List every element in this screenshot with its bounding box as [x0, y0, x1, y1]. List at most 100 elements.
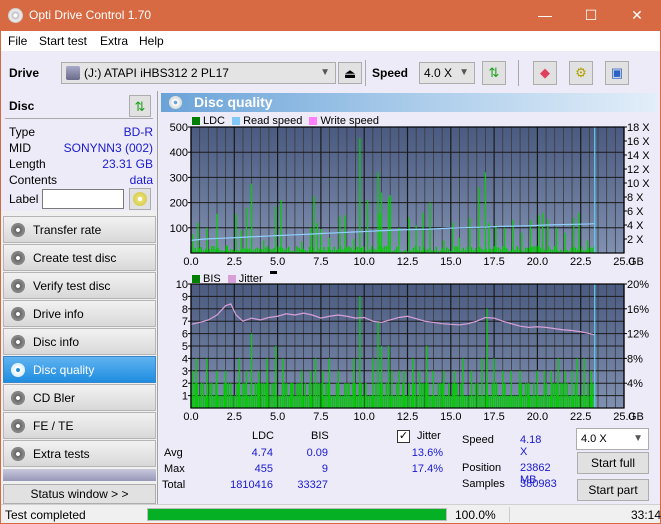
nav-drive-info[interactable]: Drive info	[3, 300, 156, 327]
drive-select[interactable]: (J:) ATAPI iHBS312 2 PL17 ▼	[61, 62, 336, 84]
nav-label: CD Bler	[33, 391, 76, 405]
nav-label: Disc quality	[33, 363, 95, 377]
elapsed-time: 33:14	[631, 508, 661, 522]
refresh-drive-button[interactable]: ⇅	[482, 61, 506, 85]
x-tick-label: 2.5	[227, 411, 242, 421]
disc-label-button[interactable]	[129, 188, 151, 210]
cd-icon	[133, 192, 147, 206]
settings-button[interactable]: ⚙	[569, 61, 593, 85]
fe-te-icon	[11, 419, 25, 433]
speed-select[interactable]: 4.0 X ▼	[419, 62, 475, 84]
y-tick-label: 300	[170, 172, 188, 184]
title-bar: Opti Drive Control 1.70 — ☐ ✕	[1, 0, 660, 31]
x-tick-label: 2.5	[227, 256, 242, 268]
toolbar-divider	[518, 60, 519, 86]
avg-ldc: 4.74	[251, 447, 273, 459]
chevron-down-icon: ▼	[633, 433, 643, 444]
y-tick-label: 200	[170, 198, 188, 210]
x-axis-unit: GB	[628, 256, 644, 268]
nav-create-test-disc[interactable]: Create test disc	[3, 244, 156, 271]
disc-type-key: Type	[9, 125, 36, 139]
start-part-button[interactable]: Start part	[577, 479, 649, 501]
nav-disc-info[interactable]: Disc info	[3, 328, 156, 355]
ldc-chart: 0.0 2.5 5.0 7.5 10.0 12.5 15.0 17.5 20.0 22.5 25.0…	[170, 122, 651, 268]
divider	[5, 118, 153, 119]
maximize-button[interactable]: ☐	[568, 0, 614, 31]
x-tick-label: 0.0	[183, 411, 198, 421]
progress-fill	[148, 509, 446, 520]
nav-label: Verify test disc	[33, 279, 111, 293]
disc-quality-icon	[11, 363, 25, 377]
y-tick-label: 4	[182, 353, 188, 365]
y-tick-label: 5	[182, 341, 188, 353]
total-label: Total	[162, 479, 186, 491]
position-label: Position	[462, 462, 502, 474]
floppy-disk-icon: ▣	[610, 65, 624, 80]
disc-label-key: Label	[9, 192, 39, 206]
x-tick-label: 0.0	[183, 256, 198, 268]
menu-extra[interactable]: Extra	[100, 34, 128, 48]
max-bis: 9	[321, 463, 328, 475]
menu-file[interactable]: File	[8, 34, 27, 48]
x-tick-label: 12.5	[397, 411, 418, 421]
status-window-button[interactable]: Status window > >	[3, 484, 156, 504]
x-tick-label: 20.0	[527, 411, 548, 421]
eject-button[interactable]: ⏏	[338, 62, 362, 84]
y2-tick-label: 16 X	[627, 136, 650, 148]
y2-tick-label: 8%	[627, 353, 643, 365]
y2-tick-label: 6 X	[627, 206, 644, 218]
disc-info-icon	[11, 335, 25, 349]
close-button[interactable]: ✕	[614, 0, 660, 31]
nav-transfer-rate[interactable]: Transfer rate	[3, 216, 156, 243]
nav-verify-test-disc[interactable]: Verify test disc	[3, 272, 156, 299]
y2-tick-label: 10 X	[627, 178, 650, 190]
start-full-button[interactable]: Start full	[577, 452, 649, 474]
x-tick-label: 17.5	[483, 256, 504, 268]
disc-contents-key: Contents	[9, 173, 58, 187]
disc-quality-panel: Disc quality LDC Read speed Write speed …	[159, 91, 660, 504]
app-disc-icon	[8, 8, 23, 23]
avg-label: Avg	[164, 447, 183, 459]
test-speed-select[interactable]: 4.0 X ▼	[576, 428, 649, 450]
extra-tests-icon	[11, 447, 25, 461]
max-jitter: 17.4%	[411, 463, 443, 475]
avg-bis: 0.09	[306, 447, 328, 459]
refresh-arrows-icon: ⇅	[488, 65, 500, 80]
disc-type-value: BD-R	[123, 125, 153, 139]
x-tick-label: 12.5	[397, 256, 418, 268]
drive-info-icon	[11, 307, 25, 321]
x-tick-label: 10.0	[353, 411, 374, 421]
menu-start-test[interactable]: Start test	[39, 34, 87, 48]
verify-test-disc-icon	[11, 279, 25, 293]
nav-extra-tests[interactable]: Extra tests	[3, 440, 156, 467]
gears-icon: ⚙	[575, 65, 587, 80]
y-tick-label: 9	[182, 291, 188, 303]
nav-label: Drive info	[33, 307, 84, 321]
y-tick-label: 100	[170, 223, 188, 235]
jitter-checkbox[interactable]: ✓	[397, 430, 410, 443]
jitter-label: Jitter	[417, 430, 441, 442]
transfer-rate-icon	[11, 223, 25, 237]
menu-help[interactable]: Help	[139, 34, 164, 48]
col-bis-header: BIS	[311, 430, 329, 442]
chevron-down-icon: ▼	[459, 67, 469, 78]
refresh-disc-button[interactable]: ⇅	[129, 95, 151, 117]
minimize-button[interactable]: —	[522, 0, 568, 31]
eject-icon: ⏏	[343, 66, 357, 81]
disc-length-value: 23.31 GB	[102, 157, 153, 171]
nav-fe-te[interactable]: FE / TE	[3, 412, 156, 439]
disc-label-input[interactable]	[42, 189, 124, 209]
erase-button[interactable]: ◆	[533, 61, 557, 85]
divider	[509, 507, 510, 522]
x-tick-label: 5.0	[270, 411, 285, 421]
nav-disc-quality[interactable]: Disc quality	[3, 356, 156, 383]
nav-label: Create test disc	[33, 251, 117, 265]
drive-value: (J:) ATAPI iHBS312 2 PL17	[84, 66, 229, 80]
window-title: Opti Drive Control 1.70	[29, 8, 152, 22]
nav-cd-bler[interactable]: CD Bler	[3, 384, 156, 411]
disc-mid-key: MID	[9, 141, 31, 155]
save-button[interactable]: ▣	[605, 61, 629, 85]
y2-tick-label: 12 X	[627, 164, 650, 176]
disc-quality-charts: 0.0 2.5 5.0 7.5 10.0 12.5 15.0 17.5 20.0 22.5 25.0…	[170, 122, 651, 421]
x-tick-label: 10.0	[353, 256, 374, 268]
